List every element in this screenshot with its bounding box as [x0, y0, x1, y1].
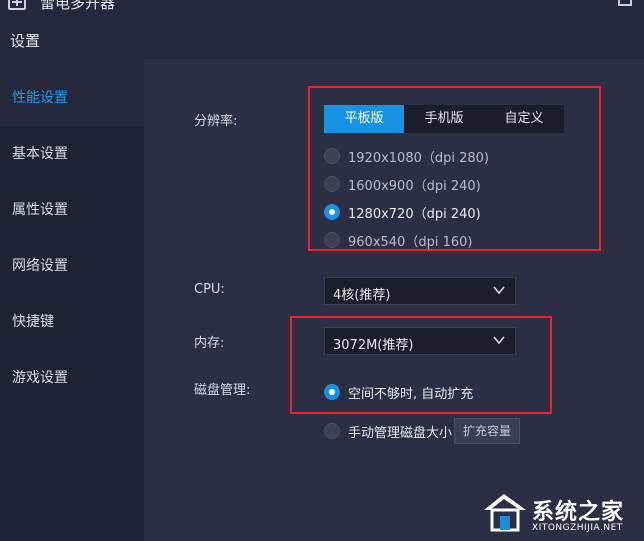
sidebar: 性能设置 基本设置 属性设置 网络设置 快捷键 游戏设置	[0, 70, 144, 541]
sidebar-item-shortcuts[interactable]: 快捷键	[0, 294, 144, 350]
cpu-label: CPU:	[194, 282, 225, 297]
sidebar-item-label: 快捷键	[12, 314, 54, 330]
watermark-text: 系统之家	[532, 500, 625, 525]
expand-capacity-button[interactable]: 扩充容量	[454, 418, 520, 444]
tab-custom[interactable]: 自定义	[484, 105, 564, 133]
sidebar-item-label: 属性设置	[12, 202, 68, 218]
radio-button-checked[interactable]	[324, 204, 340, 220]
radio-button[interactable]	[324, 148, 340, 164]
radio-label: 1920x1080（dpi 280)	[348, 150, 489, 166]
radio-label: 1280x720（dpi 240)	[348, 206, 481, 222]
watermark-url: XITONGZHIJIA.NET	[532, 523, 623, 533]
page-title: 设置	[10, 32, 41, 50]
resolution-option-1600[interactable]: 1600x900（dpi 240)	[324, 174, 481, 194]
house-logo-icon	[484, 494, 526, 532]
radio-label: 960x540（dpi 160)	[348, 234, 473, 250]
disk-option-manual[interactable]: 手动管理磁盘大小	[324, 421, 452, 441]
radio-label: 空间不够时, 自动扩充	[348, 386, 474, 402]
resolution-label: 分辨率:	[194, 114, 238, 129]
settings-header: 设置	[0, 14, 644, 59]
sidebar-item-basic[interactable]: 基本设置	[0, 126, 144, 182]
radio-label: 手动管理磁盘大小	[348, 425, 453, 441]
disk-label: 磁盘管理:	[194, 383, 251, 398]
sidebar-item-properties[interactable]: 属性设置	[0, 182, 144, 238]
memory-select[interactable]: 3072M(推荐)	[324, 327, 516, 355]
chevron-down-icon	[493, 286, 505, 295]
chevron-down-icon	[493, 336, 505, 345]
radio-label: 1600x900（dpi 240)	[348, 178, 481, 194]
radio-button[interactable]	[324, 232, 340, 248]
resolution-option-1280[interactable]: 1280x720（dpi 240)	[324, 202, 481, 222]
radio-button[interactable]	[324, 176, 340, 192]
sidebar-item-label: 网络设置	[12, 258, 68, 274]
sidebar-item-label: 游戏设置	[12, 370, 68, 386]
memory-select-value: 3072M(推荐)	[333, 338, 414, 353]
sidebar-item-label: 性能设置	[12, 90, 68, 106]
resolution-tabs: 平板版 手机版 自定义	[324, 105, 564, 133]
sidebar-item-network[interactable]: 网络设置	[0, 238, 144, 294]
sidebar-item-label: 基本设置	[12, 146, 68, 162]
memory-label: 内存:	[194, 336, 225, 351]
cpu-select-value: 4核(推荐)	[333, 288, 391, 303]
radio-button[interactable]	[324, 423, 340, 439]
watermark: 系统之家 XITONGZHIJIA.NET	[478, 484, 644, 541]
plus-square-icon	[8, 0, 26, 10]
tab-phone[interactable]: 手机版	[404, 105, 484, 133]
minimize-icon[interactable]	[618, 0, 632, 6]
app-title-bar: 雷电多开器	[0, 0, 644, 14]
disk-option-auto[interactable]: 空间不够时, 自动扩充	[324, 382, 473, 402]
resolution-option-960[interactable]: 960x540（dpi 160)	[324, 230, 472, 250]
resolution-option-1920[interactable]: 1920x1080（dpi 280)	[324, 146, 489, 166]
app-title: 雷电多开器	[40, 0, 116, 12]
tab-tablet[interactable]: 平板版	[324, 105, 404, 133]
sidebar-item-performance[interactable]: 性能设置	[0, 70, 144, 126]
cpu-select[interactable]: 4核(推荐)	[324, 277, 516, 305]
sidebar-item-game[interactable]: 游戏设置	[0, 350, 144, 406]
radio-button-checked[interactable]	[324, 384, 340, 400]
